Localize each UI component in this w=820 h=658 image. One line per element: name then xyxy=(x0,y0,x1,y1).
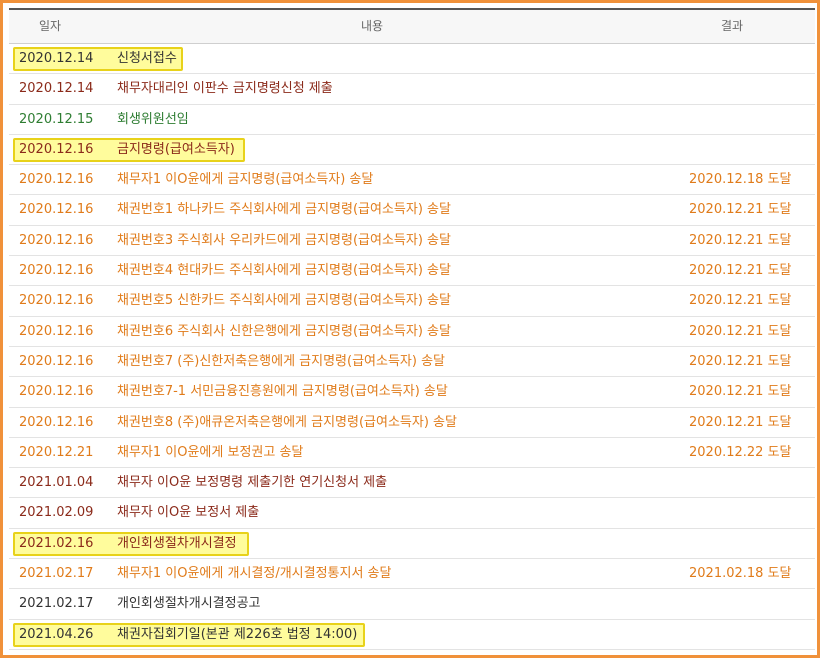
table-row: 2020.12.16 채권번호6 주식회사 신한은행에게 금지명령(급여소득자) … xyxy=(9,317,815,347)
table-row: 2020.12.14 채무자대리인 이판수 금지명령신청 제출 xyxy=(9,74,815,105)
row-date: 2021.04.26 xyxy=(19,626,94,642)
row-date: 2020.12.15 xyxy=(19,111,94,127)
row-date: 2020.12.16 xyxy=(19,353,94,369)
row-date: 2020.12.16 xyxy=(19,323,94,339)
row-content: 개인회생절차개시결정공고 xyxy=(117,596,261,612)
row-result: 2021.02.18 도달 xyxy=(689,566,792,582)
row-date: 2020.12.16 xyxy=(19,141,94,157)
row-content: 채권번호5 신한카드 주식회사에게 금지명령(급여소득자) 송달 xyxy=(117,293,451,309)
row-content: 채무자1 이O윤에게 보정권고 송달 xyxy=(117,444,304,460)
header-content: 내용 xyxy=(361,19,384,33)
table-row: 2020.12.16 채권번호8 (주)애큐온저축은행에게 금지명령(급여소득자)… xyxy=(9,408,815,438)
row-content: 채무자1 이O윤에게 금지명령(급여소득자) 송달 xyxy=(117,172,374,188)
row-result: 2020.12.21 도달 xyxy=(689,232,792,248)
table-row: 2020.12.16 채권번호5 신한카드 주식회사에게 금지명령(급여소득자) … xyxy=(9,286,815,317)
row-content: 채무자1 이O윤에게 개시결정/개시결정통지서 송달 xyxy=(117,566,392,582)
table-row: 2021.02.17 개인회생절차개시결정공고 xyxy=(9,589,815,620)
row-content: 채권번호7 (주)신한저축은행에게 금지명령(급여소득자) 송달 xyxy=(117,353,445,369)
header-result: 결과 xyxy=(721,19,744,33)
table-row: 2020.12.16 채권번호3 주식회사 우리카드에게 금지명령(급여소득자) … xyxy=(9,226,815,257)
row-content: 채권자집회기일(본관 제226호 법정 14:00) xyxy=(117,626,358,642)
row-result: 2020.12.21 도달 xyxy=(689,202,792,218)
table-row: 2020.12.16 채권번호1 하나카드 주식회사에게 금지명령(급여소득자) … xyxy=(9,195,815,226)
row-content: 금지명령(급여소득자) xyxy=(117,141,235,157)
case-progress-table: 일자 내용 결과 2020.12.14 신청서접수 2020.12.14 채무자대리인… xyxy=(9,8,815,650)
table-row: 2020.12.16 채권번호4 현대카드 주식회사에게 금지명령(급여소득자) … xyxy=(9,256,815,287)
table-row: 2021.01.04 채무자 이O윤 보정명령 제출기한 연기신청서 제출 xyxy=(9,468,815,499)
row-result: 2020.12.21 도달 xyxy=(689,263,792,279)
row-date: 2021.01.04 xyxy=(19,475,94,491)
row-result: 2020.12.21 도달 xyxy=(689,353,792,369)
row-content: 채권번호8 (주)애큐온저축은행에게 금지명령(급여소득자) 송달 xyxy=(117,414,457,430)
row-content: 채권번호3 주식회사 우리카드에게 금지명령(급여소득자) 송달 xyxy=(117,232,451,248)
header-date: 일자 xyxy=(39,19,62,33)
row-content: 신청서접수 xyxy=(117,51,177,66)
table-header: 일자 내용 결과 xyxy=(9,8,815,44)
row-date: 2020.12.16 xyxy=(19,384,94,400)
row-date: 2020.12.16 xyxy=(19,263,94,279)
row-result: 2020.12.18 도달 xyxy=(689,172,792,188)
table-row: 2021.02.09 채무자 이O윤 보정서 제출 xyxy=(9,498,815,529)
row-date: 2020.12.14 xyxy=(19,81,94,97)
row-date: 2020.12.21 xyxy=(19,444,94,460)
row-content: 회생위원선임 xyxy=(117,111,189,127)
row-date: 2021.02.17 xyxy=(19,566,94,582)
row-date: 2021.02.17 xyxy=(19,596,94,612)
table-row: 2020.12.15 회생위원선임 xyxy=(9,105,815,135)
row-date: 2020.12.16 xyxy=(19,172,94,188)
table-row: 2020.12.14 신청서접수 xyxy=(9,44,815,75)
row-result: 2020.12.21 도달 xyxy=(689,323,792,339)
row-content: 개인회생절차개시결정 xyxy=(117,535,237,551)
row-content: 채권번호6 주식회사 신한은행에게 금지명령(급여소득자) 송달 xyxy=(117,323,451,339)
table-row: 2020.12.16 채무자1 이O윤에게 금지명령(급여소득자) 송달 2020.… xyxy=(9,165,815,196)
row-content: 채무자 이O윤 보정서 제출 xyxy=(117,505,260,521)
table-row: 2021.04.26 채권자집회기일(본관 제226호 법정 14:00) xyxy=(9,620,815,650)
row-date: 2021.02.09 xyxy=(19,505,94,521)
row-date: 2020.12.16 xyxy=(19,232,94,248)
table-row: 2020.12.16 금지명령(급여소득자) xyxy=(9,135,815,166)
table-row: 2020.12.16 채권번호7-1 서민금융진흥원에게 금지명령(급여소득자) … xyxy=(9,377,815,408)
row-content: 채권번호7-1 서민금융진흥원에게 금지명령(급여소득자) 송달 xyxy=(117,384,448,400)
row-content: 채권번호4 현대카드 주식회사에게 금지명령(급여소득자) 송달 xyxy=(117,263,451,279)
row-result: 2020.12.22 도달 xyxy=(689,444,792,460)
row-content: 채무자 이O윤 보정명령 제출기한 연기신청서 제출 xyxy=(117,475,388,491)
table-body: 2020.12.14 신청서접수 2020.12.14 채무자대리인 이판수 금지명령… xyxy=(9,44,815,650)
row-result: 2020.12.21 도달 xyxy=(689,414,792,430)
row-date: 2020.12.16 xyxy=(19,414,94,430)
row-content: 채권번호1 하나카드 주식회사에게 금지명령(급여소득자) 송달 xyxy=(117,202,451,218)
table-row: 2020.12.21 채무자1 이O윤에게 보정권고 송달 2020.12.22 도… xyxy=(9,438,815,469)
row-date: 2020.12.16 xyxy=(19,202,94,218)
row-date: 2020.12.16 xyxy=(19,293,94,309)
row-content: 채무자대리인 이판수 금지명령신청 제출 xyxy=(117,81,333,97)
row-result: 2020.12.21 도달 xyxy=(689,384,792,400)
table-row: 2021.02.17 채무자1 이O윤에게 개시결정/개시결정통지서 송달 2021… xyxy=(9,559,815,590)
table-row: 2020.12.16 채권번호7 (주)신한저축은행에게 금지명령(급여소득자) … xyxy=(9,347,815,378)
row-date: 2020.12.14 xyxy=(19,51,94,66)
row-date: 2021.02.16 xyxy=(19,535,94,551)
row-result: 2020.12.21 도달 xyxy=(689,293,792,309)
table-row: 2021.02.16 개인회생절차개시결정 xyxy=(9,529,815,560)
panel-frame: 일자 내용 결과 2020.12.14 신청서접수 2020.12.14 채무자대리인… xyxy=(0,0,820,658)
